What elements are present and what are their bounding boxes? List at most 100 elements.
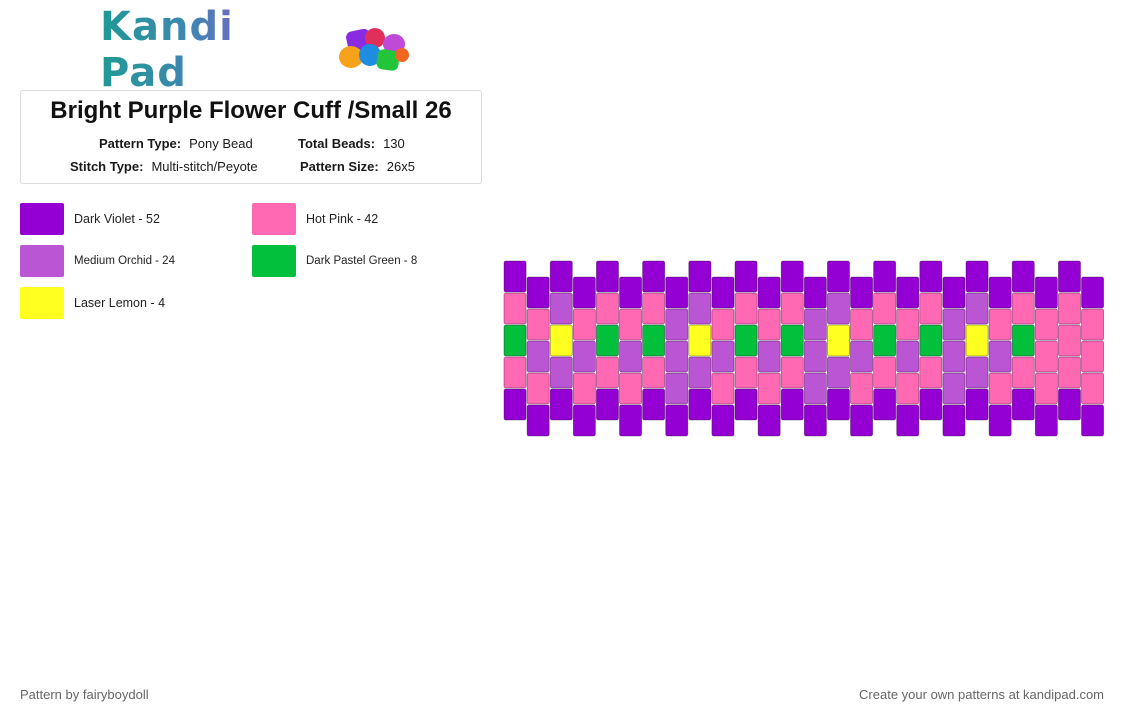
- bead-dark-violet: [711, 404, 735, 437]
- bead-dark-violet: [526, 276, 550, 309]
- bead-laser-lemon: [688, 324, 712, 357]
- bead-hot-pink: [619, 372, 643, 405]
- bead-hot-pink: [988, 372, 1012, 405]
- bead-dark-violet: [850, 404, 874, 437]
- bead-dark-violet: [549, 260, 573, 293]
- bead-medium-orchid: [757, 340, 781, 373]
- bead-hot-pink: [711, 372, 735, 405]
- bead-hot-pink: [734, 356, 758, 389]
- bead-medium-orchid: [965, 292, 989, 325]
- bead-dark-violet: [503, 260, 527, 293]
- bead-hot-pink: [1011, 292, 1035, 325]
- bead-medium-orchid: [665, 340, 689, 373]
- bead-hot-pink: [1081, 340, 1105, 373]
- bead-dark-violet: [757, 276, 781, 309]
- bead-hot-pink: [780, 356, 804, 389]
- bead-hot-pink: [526, 372, 550, 405]
- bead-hot-pink: [619, 308, 643, 341]
- bead-hot-pink: [757, 372, 781, 405]
- bead-dark-pastel-green: [503, 324, 527, 357]
- bead-dark-violet: [688, 388, 712, 421]
- bead-hot-pink: [1034, 372, 1058, 405]
- bead-dark-pastel-green: [780, 324, 804, 357]
- bead-medium-orchid: [665, 372, 689, 405]
- bead-medium-orchid: [572, 340, 596, 373]
- bead-dark-pastel-green: [734, 324, 758, 357]
- bead-hot-pink: [503, 292, 527, 325]
- bead-dark-pastel-green: [873, 324, 897, 357]
- bead-hot-pink: [1081, 308, 1105, 341]
- bead-dark-violet: [873, 260, 897, 293]
- bead-hot-pink: [1058, 356, 1081, 389]
- bead-medium-orchid: [850, 340, 874, 373]
- bead-dark-violet: [757, 404, 781, 437]
- bead-dark-violet: [780, 388, 804, 421]
- bead-dark-violet: [873, 388, 897, 421]
- bead-laser-lemon: [549, 324, 573, 357]
- bead-hot-pink: [596, 356, 619, 389]
- bead-dark-pastel-green: [1011, 324, 1035, 357]
- bead-dark-violet: [850, 276, 874, 309]
- bead-hot-pink: [711, 308, 735, 341]
- bead-medium-orchid: [549, 292, 573, 325]
- bead-hot-pink: [1058, 324, 1081, 357]
- bead-medium-orchid: [526, 340, 550, 373]
- bead-dark-violet: [1034, 276, 1058, 309]
- bead-hot-pink: [1034, 308, 1058, 341]
- bead-dark-violet: [572, 404, 596, 437]
- bead-dark-violet: [549, 388, 573, 421]
- bead-hot-pink: [1011, 356, 1035, 389]
- pattern-author: Pattern by fairyboydoll: [20, 687, 149, 702]
- kandipad-link[interactable]: Create your own patterns at kandipad.com: [859, 687, 1104, 702]
- bead-hot-pink: [572, 308, 596, 341]
- bead-dark-violet: [642, 388, 666, 421]
- bead-hot-pink: [896, 308, 920, 341]
- bead-hot-pink: [642, 356, 666, 389]
- bead-dark-pastel-green: [642, 324, 666, 357]
- bead-dark-violet: [711, 276, 735, 309]
- bead-dark-violet: [1058, 388, 1081, 421]
- bead-hot-pink: [503, 356, 527, 389]
- bead-medium-orchid: [803, 308, 827, 341]
- bead-dark-violet: [596, 260, 619, 293]
- bead-dark-violet: [642, 260, 666, 293]
- bead-dark-violet: [734, 260, 758, 293]
- bead-laser-lemon: [827, 324, 850, 357]
- bead-medium-orchid: [803, 340, 827, 373]
- bead-dark-violet: [665, 276, 689, 309]
- bead-medium-orchid: [665, 308, 689, 341]
- bead-dark-violet: [965, 260, 989, 293]
- bead-dark-violet: [619, 404, 643, 437]
- bead-hot-pink: [873, 356, 897, 389]
- bead-hot-pink: [642, 292, 666, 325]
- bead-laser-lemon: [965, 324, 989, 357]
- bead-medium-orchid: [942, 340, 966, 373]
- bead-dark-violet: [919, 260, 943, 293]
- bead-dark-violet: [1011, 388, 1035, 421]
- bead-medium-orchid: [688, 292, 712, 325]
- bead-dark-violet: [734, 388, 758, 421]
- bead-hot-pink: [919, 292, 943, 325]
- bead-dark-violet: [988, 404, 1012, 437]
- bead-hot-pink: [919, 356, 943, 389]
- bead-dark-violet: [827, 260, 850, 293]
- bead-medium-orchid: [827, 292, 850, 325]
- bead-hot-pink: [780, 292, 804, 325]
- bead-medium-orchid: [988, 340, 1012, 373]
- bead-dark-pastel-green: [919, 324, 943, 357]
- bead-hot-pink: [873, 292, 897, 325]
- bead-dark-violet: [619, 276, 643, 309]
- bead-hot-pink: [1034, 340, 1058, 373]
- bead-medium-orchid: [942, 372, 966, 405]
- bead-hot-pink: [896, 372, 920, 405]
- bead-dark-violet: [803, 404, 827, 437]
- bead-dark-violet: [988, 276, 1012, 309]
- bead-dark-violet: [572, 276, 596, 309]
- bead-medium-orchid: [711, 340, 735, 373]
- bead-dark-violet: [896, 276, 920, 309]
- bead-hot-pink: [850, 372, 874, 405]
- bead-dark-violet: [942, 404, 966, 437]
- bead-dark-violet: [596, 388, 619, 421]
- bead-dark-violet: [503, 388, 527, 421]
- bead-medium-orchid: [619, 340, 643, 373]
